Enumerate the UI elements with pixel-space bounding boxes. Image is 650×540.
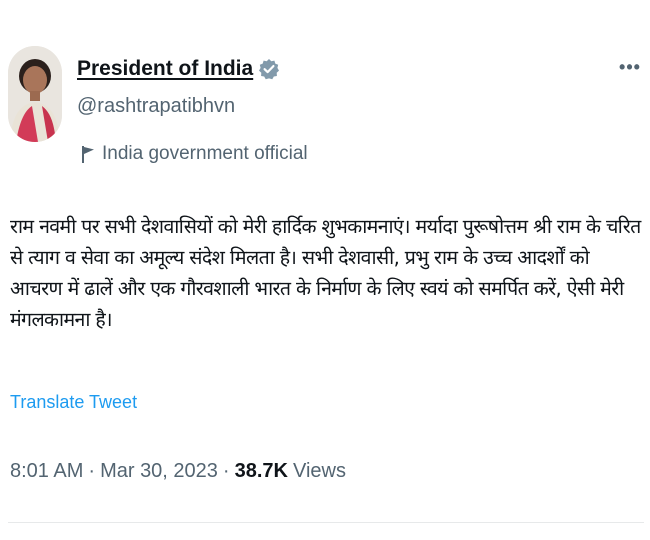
meta-separator: · [88, 460, 96, 482]
tweet-text: राम नवमी पर सभी देशवासियों को मेरी हार्द… [10, 215, 641, 331]
more-options-button[interactable]: ••• [618, 57, 642, 77]
more-options-icon: ••• [619, 57, 641, 77]
meta-separator: · [222, 460, 230, 482]
author-name-row: President of India [77, 55, 280, 83]
views-count: 38.7K [234, 460, 288, 482]
government-label-text: India government official [102, 143, 308, 164]
verified-badge-icon[interactable] [258, 58, 280, 80]
tweet-meta: 8:01 AM · Mar 30, 2023 · 38.7K Views [10, 460, 346, 483]
translate-tweet-link[interactable]: Translate Tweet [10, 392, 137, 413]
author-handle[interactable]: @rashtrapatibhvn [77, 95, 235, 118]
tweet-date[interactable]: Mar 30, 2023 [100, 460, 218, 483]
tweet-time[interactable]: 8:01 AM [10, 460, 83, 483]
government-label: India government official [80, 143, 308, 165]
divider [8, 522, 644, 523]
avatar[interactable] [8, 46, 62, 142]
tweet: President of India @rashtrapatibhvn Indi… [0, 0, 650, 540]
views-label: Views [292, 460, 346, 482]
flag-icon [80, 144, 96, 164]
author-display-name[interactable]: President of India [77, 57, 253, 81]
